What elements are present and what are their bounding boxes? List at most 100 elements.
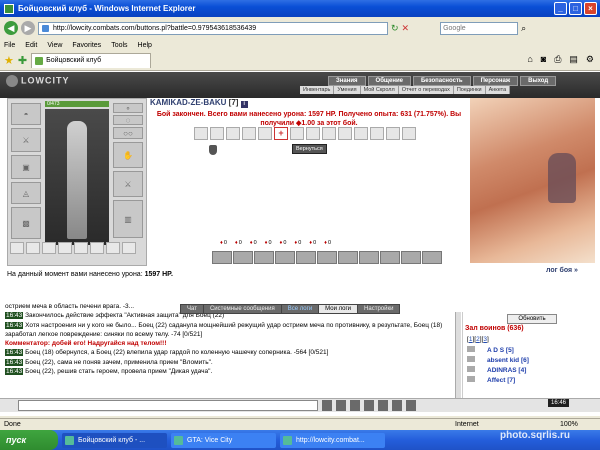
belt-slot[interactable] bbox=[296, 251, 316, 264]
feeds-icon[interactable]: ◙ bbox=[541, 54, 546, 65]
taskbar-item-lowcity[interactable]: http://lowcity.combat... bbox=[280, 432, 385, 448]
subnav-inventory[interactable]: Инвентарь bbox=[300, 86, 335, 94]
battle-log-link[interactable]: лог боя » bbox=[546, 267, 578, 274]
action-slot[interactable] bbox=[194, 127, 208, 140]
armor-slot[interactable]: ▣ bbox=[11, 155, 41, 179]
home-icon[interactable]: ⌂ bbox=[527, 54, 532, 65]
weapon-slot[interactable]: ⚔ bbox=[11, 128, 41, 152]
belt-slot[interactable] bbox=[380, 251, 400, 264]
page-link[interactable]: 2 bbox=[476, 336, 480, 343]
player-entry[interactable]: Affect [7] bbox=[467, 376, 529, 386]
taskbar-item-combats[interactable]: Бойцовский клуб - ... bbox=[62, 432, 167, 448]
print-icon[interactable]: ⎙ bbox=[554, 54, 561, 65]
buff-icon[interactable] bbox=[42, 242, 56, 254]
tab-combats[interactable]: Бойцовский клуб bbox=[31, 53, 152, 68]
action-slot[interactable] bbox=[338, 127, 352, 140]
tab-chat[interactable]: Чат bbox=[180, 304, 204, 314]
nav-exit[interactable]: Выход bbox=[520, 76, 557, 86]
belt-slot[interactable] bbox=[422, 251, 442, 264]
action-slot[interactable] bbox=[290, 127, 304, 140]
maximize-button[interactable]: □ bbox=[569, 2, 582, 15]
refresh-button[interactable]: Обновить bbox=[507, 314, 557, 324]
belt-slot[interactable] bbox=[401, 251, 421, 264]
minimize-button[interactable]: _ bbox=[554, 2, 567, 15]
cloak-slot[interactable]: ◬ bbox=[11, 182, 41, 204]
page-link[interactable]: 1 bbox=[469, 336, 473, 343]
gloves-slot[interactable]: ✋ bbox=[113, 142, 143, 168]
helmet-slot[interactable]: ◓ bbox=[11, 103, 41, 125]
nav-character[interactable]: Персонаж bbox=[472, 76, 519, 86]
url-field[interactable]: http://lowcity.combats.com/buttons.pl?ba… bbox=[38, 21, 388, 35]
tab-settings[interactable]: Настройки bbox=[357, 304, 401, 314]
subnav-battles[interactable]: Поединки bbox=[453, 86, 486, 94]
buff-icon[interactable] bbox=[58, 242, 72, 254]
nav-security[interactable]: Безопасность bbox=[412, 76, 471, 86]
forward-icon[interactable]: ▶ bbox=[21, 21, 35, 35]
add-favorite-icon[interactable]: ✚ bbox=[18, 54, 27, 67]
player-entry[interactable]: absent kid [6] bbox=[467, 356, 529, 366]
subnav-skills[interactable]: Умения bbox=[334, 86, 361, 94]
player-entry[interactable]: A D S [5] bbox=[467, 346, 529, 356]
buff-icon[interactable] bbox=[10, 242, 24, 254]
nav-communication[interactable]: Общение bbox=[367, 76, 411, 86]
menu-file[interactable]: File bbox=[4, 42, 15, 49]
chat-scroll-icon[interactable] bbox=[392, 400, 402, 411]
menu-help[interactable]: Help bbox=[138, 42, 152, 49]
player-entry[interactable]: ADINRAS [4] bbox=[467, 366, 529, 376]
menu-view[interactable]: View bbox=[47, 42, 62, 49]
tab-system-messages[interactable]: Системные сообщения bbox=[202, 304, 282, 314]
chat-message-input[interactable] bbox=[18, 400, 318, 411]
refresh-icon[interactable]: ↻ bbox=[391, 23, 399, 34]
earring-slot[interactable]: ∘ bbox=[113, 103, 143, 113]
buff-icon[interactable] bbox=[106, 242, 120, 254]
player-nick[interactable]: KAMIKAD-ZE-BAKU bbox=[150, 98, 226, 107]
belt-slot[interactable] bbox=[359, 251, 379, 264]
tools-gear-icon[interactable]: ⚙ bbox=[586, 54, 594, 65]
subnav-scroll[interactable]: Мой Скролл bbox=[360, 86, 399, 94]
chat-clear-icon[interactable] bbox=[350, 400, 360, 411]
action-slot[interactable] bbox=[322, 127, 336, 140]
subnav-profile[interactable]: Анкета bbox=[485, 86, 511, 94]
nav-knowledge[interactable]: Знания bbox=[328, 76, 366, 86]
subnav-transfers[interactable]: Отчет о переводах bbox=[398, 86, 454, 94]
shirt-slot[interactable]: ▩ bbox=[11, 207, 41, 239]
return-button[interactable]: Вернуться bbox=[292, 144, 327, 154]
favorites-star-icon[interactable]: ★ bbox=[4, 54, 14, 67]
action-slot[interactable] bbox=[226, 127, 240, 140]
action-slot[interactable] bbox=[242, 127, 256, 140]
amulet-slot[interactable]: ◌ bbox=[113, 115, 143, 125]
menu-favorites[interactable]: Favorites bbox=[72, 42, 101, 49]
action-slot[interactable] bbox=[306, 127, 320, 140]
menu-tools[interactable]: Tools bbox=[111, 42, 127, 49]
page-link[interactable]: 3 bbox=[483, 336, 487, 343]
menu-edit[interactable]: Edit bbox=[25, 42, 37, 49]
action-slot[interactable] bbox=[258, 127, 272, 140]
action-slot[interactable] bbox=[402, 127, 416, 140]
chat-filter-icon[interactable] bbox=[322, 400, 332, 411]
action-slot[interactable] bbox=[370, 127, 384, 140]
action-slot[interactable] bbox=[354, 127, 368, 140]
tab-my-logs[interactable]: Мои логи bbox=[318, 304, 359, 314]
taskbar-item-gta[interactable]: GTA: Vice City bbox=[171, 432, 276, 448]
tab-all-logs[interactable]: Все логи bbox=[280, 304, 320, 314]
search-input[interactable]: Google bbox=[440, 21, 519, 35]
close-button[interactable]: × bbox=[584, 2, 597, 15]
belt-slot[interactable] bbox=[254, 251, 274, 264]
chat-smiley-icon[interactable] bbox=[336, 400, 346, 411]
info-icon[interactable]: i bbox=[240, 101, 248, 108]
search-icon[interactable]: ⌕ bbox=[521, 23, 526, 34]
back-icon[interactable]: ◀ bbox=[4, 21, 18, 35]
belt-slot[interactable] bbox=[275, 251, 295, 264]
page-menu-icon[interactable]: ▤ bbox=[569, 54, 578, 65]
stop-icon[interactable]: ✕ bbox=[402, 23, 410, 34]
heal-icon[interactable]: + bbox=[274, 127, 288, 140]
start-button[interactable]: пуск bbox=[0, 430, 58, 450]
action-slot[interactable] bbox=[386, 127, 400, 140]
buff-icon[interactable] bbox=[74, 242, 88, 254]
belt-slot[interactable] bbox=[233, 251, 253, 264]
offhand-slot[interactable]: ⚔ bbox=[113, 171, 143, 197]
zoom-level[interactable]: 100% bbox=[560, 421, 578, 428]
chat-translit-icon[interactable] bbox=[364, 400, 374, 411]
belt-slot[interactable] bbox=[317, 251, 337, 264]
buff-icon[interactable] bbox=[26, 242, 40, 254]
